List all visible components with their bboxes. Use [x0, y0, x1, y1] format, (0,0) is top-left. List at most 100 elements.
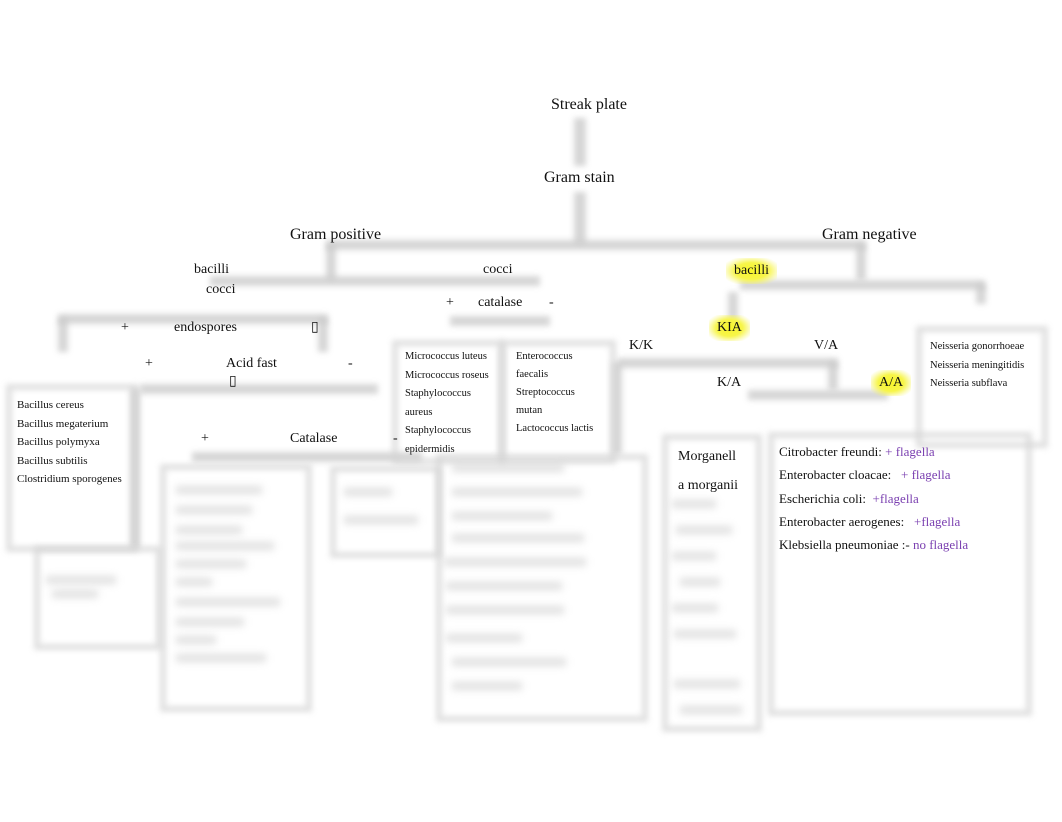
bacillus-list: Bacillus cereus Bacillus megaterium Baci… — [17, 396, 122, 489]
box-blur-2 — [160, 464, 312, 712]
hidden-text — [176, 526, 242, 534]
hidden-text — [176, 560, 246, 568]
node-endospores: endospores — [174, 320, 237, 335]
catalase-pos-list: Micrococcus luteus Micrococcus roseus St… — [405, 348, 489, 459]
hidden-text — [176, 618, 244, 626]
node-gn-bacilli: bacilli — [726, 258, 777, 284]
list-item: Neisseria gonorrhoeae — [930, 341, 1025, 352]
list-item: Neisseria meningitidis — [930, 359, 1025, 371]
list-item: Morganell — [678, 449, 737, 464]
hidden-text — [176, 636, 216, 644]
acid-fast-plus: + — [145, 356, 153, 371]
hidden-text — [452, 464, 564, 472]
hidden-text — [452, 682, 522, 690]
hidden-text — [176, 598, 280, 606]
node-kia: KIA — [709, 315, 750, 341]
node-aa: A/A — [871, 370, 912, 396]
aa-list: Citrobacter freundi: + flagella Enteroba… — [779, 440, 968, 556]
list-item: Enterobacter cloacae: + flagella — [779, 467, 951, 483]
box-blur-1 — [34, 546, 162, 650]
list-item: Staphylococcus — [405, 388, 471, 399]
connector-aa-h — [748, 390, 888, 400]
hidden-text — [52, 590, 98, 598]
list-item: Clostridium sporogenes — [17, 473, 122, 485]
node-gp-cocci: cocci — [483, 262, 513, 277]
catalase-neg-list: Enterococcus faecalis Streptococcus muta… — [516, 348, 593, 438]
catalase2-minus: - — [393, 431, 398, 446]
list-item: mutan — [516, 405, 543, 416]
node-va: V/A — [814, 338, 839, 353]
hidden-text — [176, 578, 212, 586]
connector-gn-right — [976, 284, 986, 304]
hidden-text — [446, 634, 522, 642]
list-item: Micrococcus luteus — [405, 351, 487, 362]
connector-root — [574, 118, 586, 166]
node-streak-plate: Streak plate — [551, 96, 627, 113]
connector-bac-right — [318, 318, 328, 352]
node-gram-positive: Gram positive — [290, 226, 382, 243]
hidden-text — [344, 488, 392, 496]
hidden-text — [680, 706, 742, 714]
connector-gram — [574, 192, 586, 244]
list-item: Bacillus polymyxa — [17, 436, 100, 448]
box-blur-3 — [330, 466, 442, 558]
hidden-text — [676, 526, 732, 534]
connector-cat-h — [450, 316, 550, 326]
catalase-plus: + — [446, 295, 454, 310]
list-item: Enterobacter aerogenes: +flagella — [779, 513, 961, 529]
hidden-text — [446, 606, 564, 614]
hidden-text — [444, 558, 586, 566]
node-acid-fast: Acid fast — [226, 356, 277, 371]
hidden-text — [452, 534, 584, 542]
list-item: epidermidis — [405, 443, 455, 455]
list-item: Citrobacter freundi: + flagella — [779, 444, 935, 459]
list-item: Escherichia coli: +flagella — [779, 490, 919, 506]
hidden-text — [452, 488, 582, 496]
node-catalase2: Catalase — [290, 431, 338, 446]
hidden-text — [176, 542, 274, 550]
neisseria-list: Neisseria gonorrhoeae Neisseria meningit… — [930, 338, 1024, 394]
list-item: a morganii — [678, 478, 739, 493]
list-item: Neisseria subflava — [930, 378, 1008, 389]
list-item: Streptococcus — [516, 387, 575, 398]
connector-kia-h — [618, 358, 838, 368]
hidden-text — [46, 576, 116, 584]
hidden-text — [176, 654, 266, 662]
catalase-minus: - — [549, 295, 554, 310]
node-kk: K/K — [629, 338, 654, 353]
hidden-text — [672, 500, 716, 508]
hidden-text — [674, 680, 740, 688]
hidden-text — [452, 658, 566, 666]
hidden-text — [176, 506, 252, 514]
list-item: Micrococcus roseus — [405, 369, 489, 381]
hidden-text — [452, 512, 552, 520]
list-item: Enterococcus — [516, 351, 573, 362]
endospores-minus-glyph: ▯ — [311, 320, 319, 335]
hidden-text — [446, 582, 562, 590]
connector-va-down — [828, 362, 838, 390]
hidden-text — [344, 516, 418, 524]
connector-gn-down — [856, 244, 866, 280]
list-item: faecalis — [516, 369, 549, 380]
hidden-text — [672, 604, 718, 612]
list-item: Bacillus cereus — [17, 399, 84, 411]
connector-gp-down — [326, 244, 336, 280]
node-ka: K/A — [717, 375, 742, 390]
node-gram-stain: Gram stain — [544, 169, 615, 186]
list-item: Bacillus subtilis — [17, 454, 88, 467]
node-gram-negative: Gram negative — [822, 226, 917, 243]
list-item: Klebsiella pneumoniae :- no flagella — [779, 537, 969, 553]
connector-gram-h — [326, 240, 866, 250]
hidden-text — [674, 630, 736, 638]
endospores-plus: + — [121, 320, 129, 335]
hidden-text — [176, 486, 262, 494]
list-item: aureus — [405, 406, 433, 418]
hidden-text — [672, 552, 716, 560]
list-item: Staphylococcus — [405, 425, 471, 436]
node-gp-cocci-sub: cocci — [206, 282, 236, 297]
connector-bac-left — [58, 318, 68, 352]
connector-acid-h — [140, 384, 378, 394]
list-item: Bacillus megaterium — [17, 417, 109, 430]
node-gp-bacilli: bacilli — [194, 262, 229, 277]
node-catalase: catalase — [478, 295, 523, 310]
